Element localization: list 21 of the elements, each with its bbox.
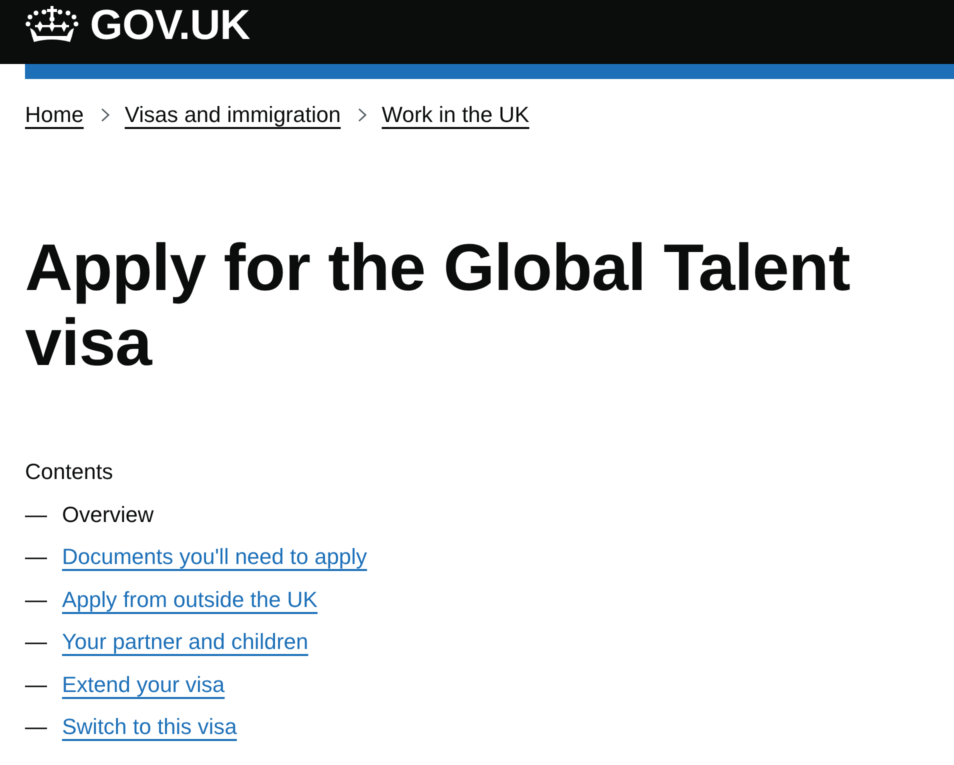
crown-icon <box>25 6 79 44</box>
list-dash: — <box>25 713 47 741</box>
govuk-logo-link[interactable]: GOV.UK <box>25 4 250 46</box>
list-dash: — <box>25 543 47 571</box>
breadcrumb-link[interactable]: Visas and immigration <box>124 101 341 129</box>
page-title: Apply for the Global Talent visa <box>25 230 851 380</box>
contents-link[interactable]: Documents you'll need to apply <box>62 543 368 571</box>
list-dash: — <box>25 500 47 528</box>
breadcrumb-link[interactable]: Work in the UK <box>382 101 530 129</box>
contents-link[interactable]: Your partner and children <box>62 628 308 656</box>
contents-link[interactable]: Switch to this visa <box>62 713 237 741</box>
contents-link[interactable]: Extend your visa <box>62 670 225 698</box>
contents-link[interactable]: Apply from outside the UK <box>62 586 318 614</box>
contents-heading: Contents <box>25 458 114 486</box>
contents-current-item: Overview <box>62 500 154 528</box>
chevron-icon <box>358 108 367 122</box>
list-dash: — <box>25 586 47 614</box>
chevron-icon <box>100 108 110 122</box>
list-dash: — <box>25 670 47 698</box>
breadcrumb-link[interactable]: Home <box>25 101 84 129</box>
list-dash: — <box>25 628 47 656</box>
